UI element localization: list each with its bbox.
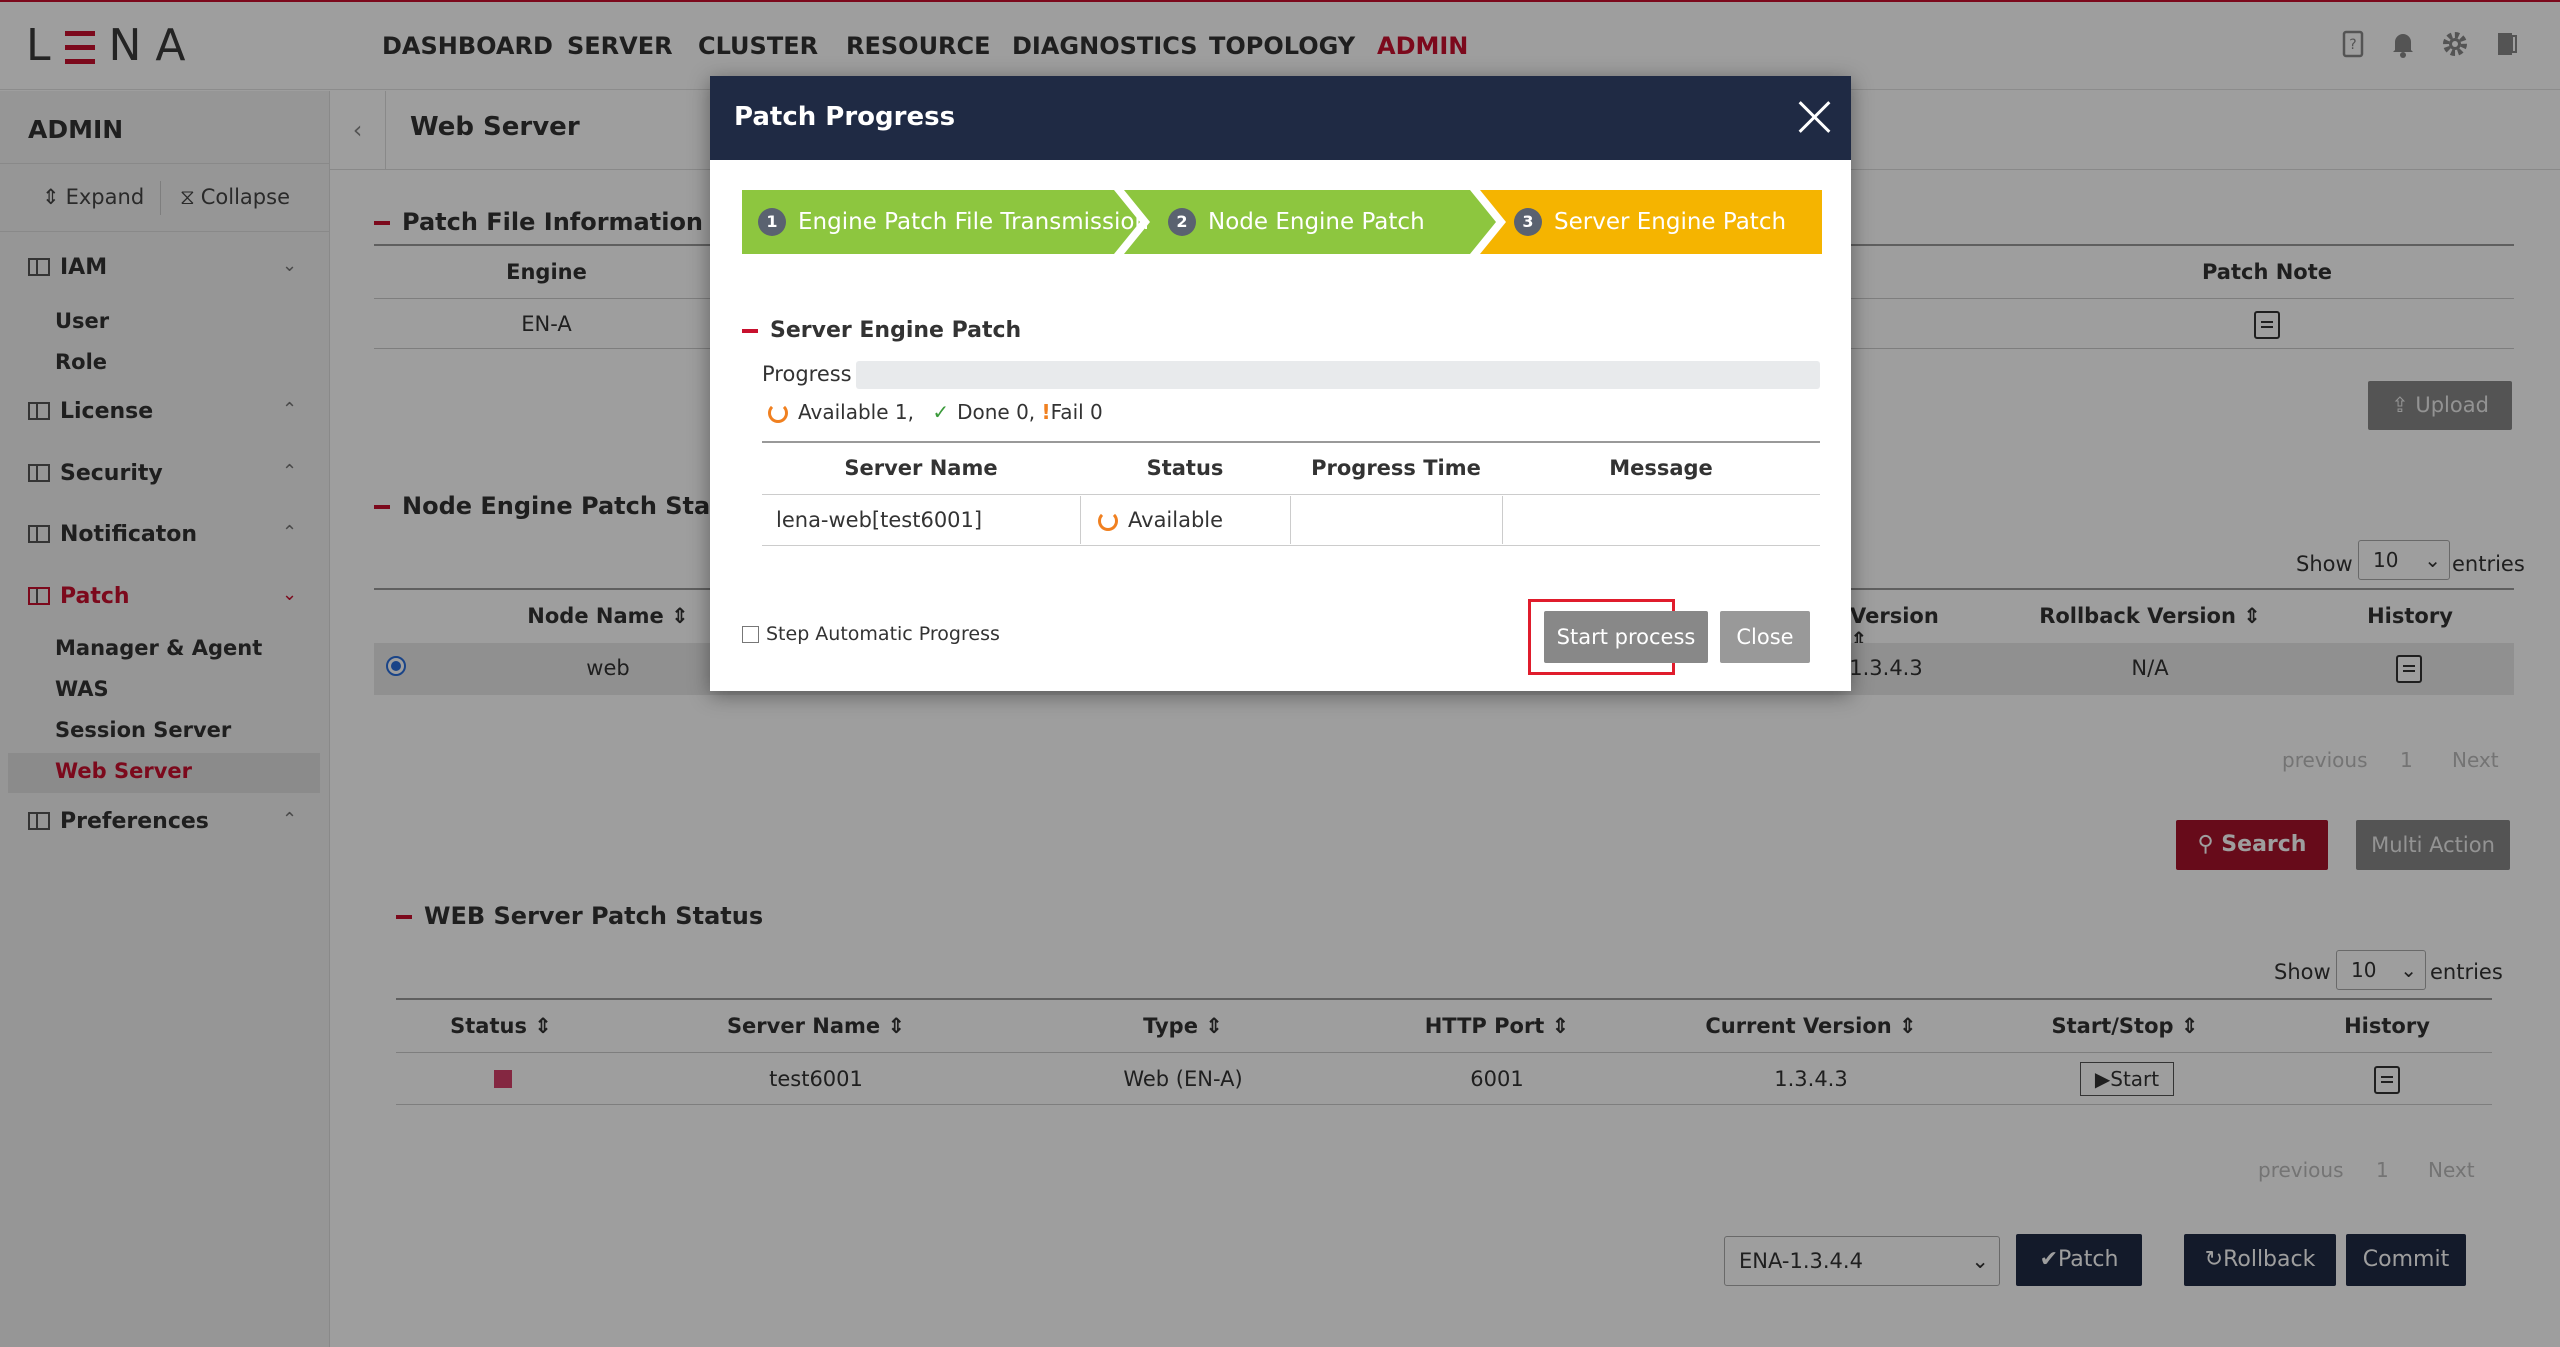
step-label: Engine Patch File Transmission [798, 209, 1149, 235]
section-heading-server-engine-patch: Server Engine Patch [742, 318, 1021, 343]
divider [1080, 496, 1081, 544]
check-icon: ✓ [932, 400, 950, 424]
close-button[interactable]: Close [1720, 611, 1810, 663]
divider [762, 545, 1820, 546]
warning-icon: ! [1041, 400, 1051, 424]
column-header-server-name: Server Name [844, 456, 998, 480]
close-icon[interactable] [1795, 96, 1835, 136]
step-automatic-label: Step Automatic Progress [766, 623, 1000, 645]
column-header-status: Status [1146, 456, 1224, 480]
step-number: 3 [1514, 208, 1542, 236]
divider [1290, 496, 1291, 544]
step-2: 2 Node Engine Patch [1168, 190, 1425, 254]
column-header-message: Message [1609, 456, 1713, 480]
start-process-button[interactable]: Start process [1544, 611, 1708, 663]
dialog-title: Patch Progress [734, 102, 956, 132]
fail-count: Fail 0 [1050, 400, 1103, 424]
available-icon [768, 403, 788, 423]
step-number: 2 [1168, 208, 1196, 236]
divider [762, 494, 1820, 495]
step-automatic-checkbox[interactable] [742, 626, 759, 643]
available-icon [1098, 511, 1118, 531]
done-count: Done 0, [957, 400, 1036, 424]
column-header-progress-time: Progress Time [1311, 456, 1481, 480]
table-top-border [762, 441, 1820, 443]
dialog-server-name-value: lena-web[test6001] [776, 508, 983, 532]
dialog-status-value: Available [1098, 508, 1223, 532]
step-label: Node Engine Patch [1208, 209, 1425, 235]
step-1: 1 Engine Patch File Transmission [758, 190, 1149, 254]
available-count: Available 1, [798, 400, 914, 424]
dialog-status-text: Available [1128, 508, 1224, 532]
status-counts: Available 1, ✓ Done 0, !Fail 0 [768, 400, 1103, 424]
patch-progress-dialog: Patch Progress 1 Engine Patch File Transm… [710, 76, 1851, 691]
divider [1502, 496, 1503, 544]
step-number: 1 [758, 208, 786, 236]
progress-label: Progress [762, 362, 852, 386]
progress-bar [856, 361, 1820, 389]
step-3: 3 Server Engine Patch [1514, 190, 1786, 254]
step-label: Server Engine Patch [1554, 209, 1787, 235]
